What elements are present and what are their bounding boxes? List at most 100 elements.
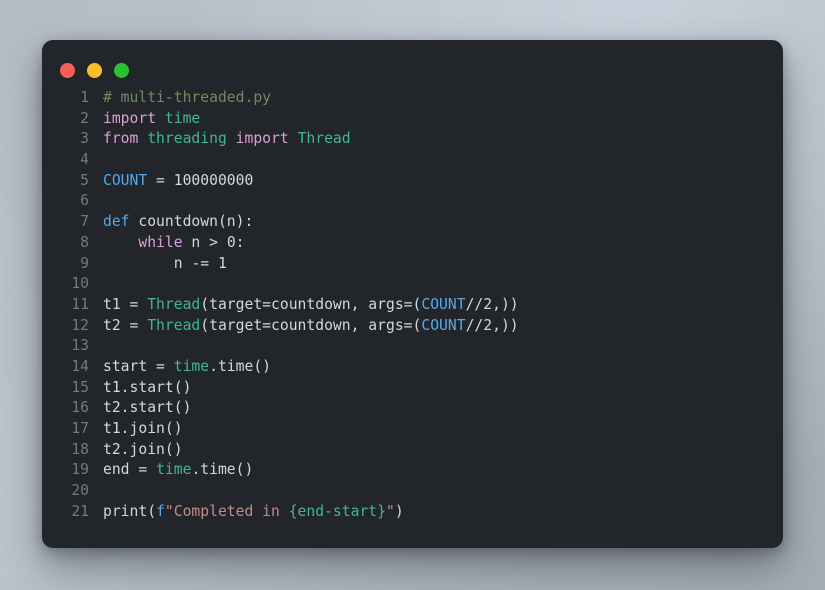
- code-line-text[interactable]: [89, 150, 783, 171]
- code-token: 0: [226, 233, 236, 251]
- code-line-text[interactable]: start = time.time(): [89, 357, 783, 378]
- code-line-row: 18 t2.join(): [42, 440, 783, 461]
- code-token: ,)): [492, 316, 519, 334]
- desktop-background: 1 # multi-threaded.py 2 import time 3 from th…: [0, 0, 825, 590]
- code-line-text[interactable]: # multi-threaded.py: [89, 88, 783, 109]
- window-titlebar[interactable]: [42, 40, 783, 88]
- code-token: "Completed in: [164, 502, 289, 520]
- code-line-text[interactable]: def countdown(n):: [89, 212, 783, 233]
- code-line-text[interactable]: t2.join(): [89, 440, 783, 461]
- code-line-row: 8 while n > 0:: [42, 233, 783, 254]
- line-number: 16: [71, 399, 89, 417]
- code-token: Thread: [297, 130, 351, 148]
- line-number: 19: [71, 461, 89, 479]
- code-token: (n):: [217, 213, 254, 231]
- code-line-row: 10: [42, 274, 783, 295]
- code-token: .time(): [191, 461, 254, 479]
- code-token: Thread: [147, 316, 201, 334]
- code-token: t2.join(): [103, 440, 183, 458]
- code-token: while: [138, 233, 183, 251]
- line-number: 11: [71, 295, 89, 313]
- code-line-row: 4: [42, 150, 783, 171]
- code-token: {end-start}: [288, 502, 386, 520]
- code-line-row: 16 t2.start(): [42, 398, 783, 419]
- code-line-text[interactable]: [89, 336, 783, 357]
- code-line-row: 5 COUNT = 100000000: [42, 171, 783, 192]
- code-token: 2: [483, 295, 493, 313]
- line-number: 18: [71, 440, 89, 458]
- code-line-text[interactable]: print(f"Completed in {end-start}"): [89, 502, 783, 523]
- line-number: 5: [80, 171, 89, 189]
- code-line-text[interactable]: import time: [89, 109, 783, 130]
- line-number: 1: [80, 89, 89, 106]
- line-number: 6: [80, 192, 89, 210]
- code-token: n >: [182, 233, 227, 251]
- code-token: (target=countdown, args=(: [200, 295, 422, 313]
- code-line-row: 11 t1 = Thread(target=countdown, args=(CO…: [42, 295, 783, 316]
- code-line-row: 9 n -= 1: [42, 254, 783, 275]
- code-line-text[interactable]: end = time.time(): [89, 460, 783, 481]
- window-controls: [60, 63, 129, 78]
- code-line-row: 14 start = time.time(): [42, 357, 783, 378]
- code-token: ": [385, 502, 395, 520]
- line-number: 8: [80, 233, 89, 251]
- code-line-text[interactable]: while n > 0:: [89, 233, 783, 254]
- code-token: Thread: [147, 295, 201, 313]
- code-line-text[interactable]: COUNT = 100000000: [89, 171, 783, 192]
- code-editor-window: 1 # multi-threaded.py 2 import time 3 from th…: [42, 40, 783, 548]
- code-token: COUNT: [421, 316, 466, 334]
- code-line-text[interactable]: [89, 274, 783, 295]
- code-token: t2.start(): [103, 399, 192, 417]
- code-token: time: [164, 109, 201, 127]
- code-token: threading: [147, 130, 227, 148]
- code-line-row: 6: [42, 191, 783, 212]
- line-number: 9: [80, 254, 89, 272]
- code-token: (target=countdown, args=(: [200, 316, 422, 334]
- code-token: :: [235, 233, 245, 251]
- code-line-text[interactable]: t1 = Thread(target=countdown, args=(COUN…: [89, 295, 783, 316]
- code-line-text[interactable]: from threading import Thread: [89, 129, 783, 150]
- code-line-text[interactable]: t2.start(): [89, 398, 783, 419]
- line-number: 2: [80, 109, 89, 127]
- code-line-text[interactable]: n -= 1: [89, 254, 783, 275]
- code-token: 1: [217, 254, 227, 272]
- code-token: COUNT: [103, 171, 148, 189]
- close-window-icon[interactable]: [60, 63, 75, 78]
- code-content[interactable]: 1 # multi-threaded.py 2 import time 3 from th…: [42, 88, 783, 548]
- code-line-row: 17 t1.join(): [42, 419, 783, 440]
- code-line-row: 3 from threading import Thread: [42, 129, 783, 150]
- code-line-text[interactable]: t2 = Thread(target=countdown, args=(COUN…: [89, 316, 783, 337]
- code-token: from: [103, 130, 139, 148]
- code-token: =: [147, 171, 174, 189]
- code-token: start =: [103, 357, 174, 375]
- line-number: 14: [71, 357, 89, 375]
- code-token: .time(): [209, 357, 272, 375]
- code-line-text[interactable]: t1.start(): [89, 378, 783, 399]
- code-line-text[interactable]: [89, 191, 783, 212]
- code-token: import: [103, 109, 157, 127]
- code-token: end =: [103, 461, 157, 479]
- code-token: t1.start(): [103, 378, 192, 396]
- code-token: ): [394, 502, 404, 520]
- code-token: t1.join(): [103, 420, 183, 437]
- line-number: 10: [71, 275, 89, 293]
- code-line-row: 12 t2 = Thread(target=countdown, args=(CO…: [42, 316, 783, 337]
- code-token: t2 =: [103, 316, 148, 334]
- code-token: import: [235, 130, 289, 148]
- code-token: time: [156, 461, 192, 479]
- minimize-window-icon[interactable]: [87, 63, 102, 78]
- line-number: 7: [80, 213, 89, 231]
- code-token: 2: [483, 316, 493, 334]
- code-line-text[interactable]: t1.join(): [89, 419, 783, 440]
- code-token: (: [147, 502, 157, 520]
- code-token: //: [465, 295, 484, 313]
- code-line-row: 20: [42, 481, 783, 502]
- code-token: time: [173, 357, 210, 375]
- maximize-window-icon[interactable]: [114, 63, 129, 78]
- code-line-text[interactable]: [89, 481, 783, 502]
- code-token: t1 =: [103, 295, 148, 313]
